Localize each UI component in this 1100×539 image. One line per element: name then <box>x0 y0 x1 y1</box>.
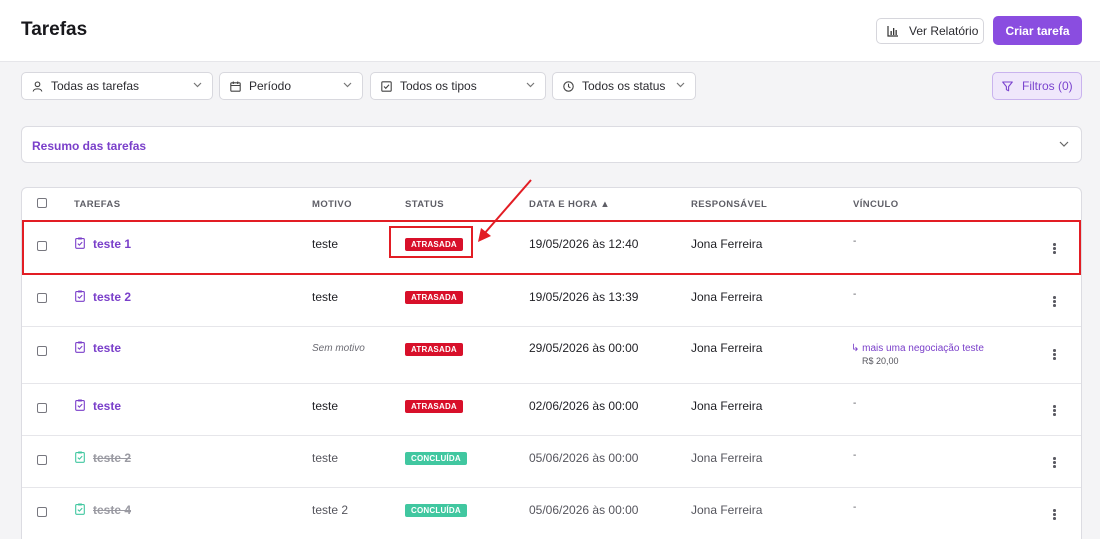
annotation-arrow-icon <box>478 179 532 242</box>
